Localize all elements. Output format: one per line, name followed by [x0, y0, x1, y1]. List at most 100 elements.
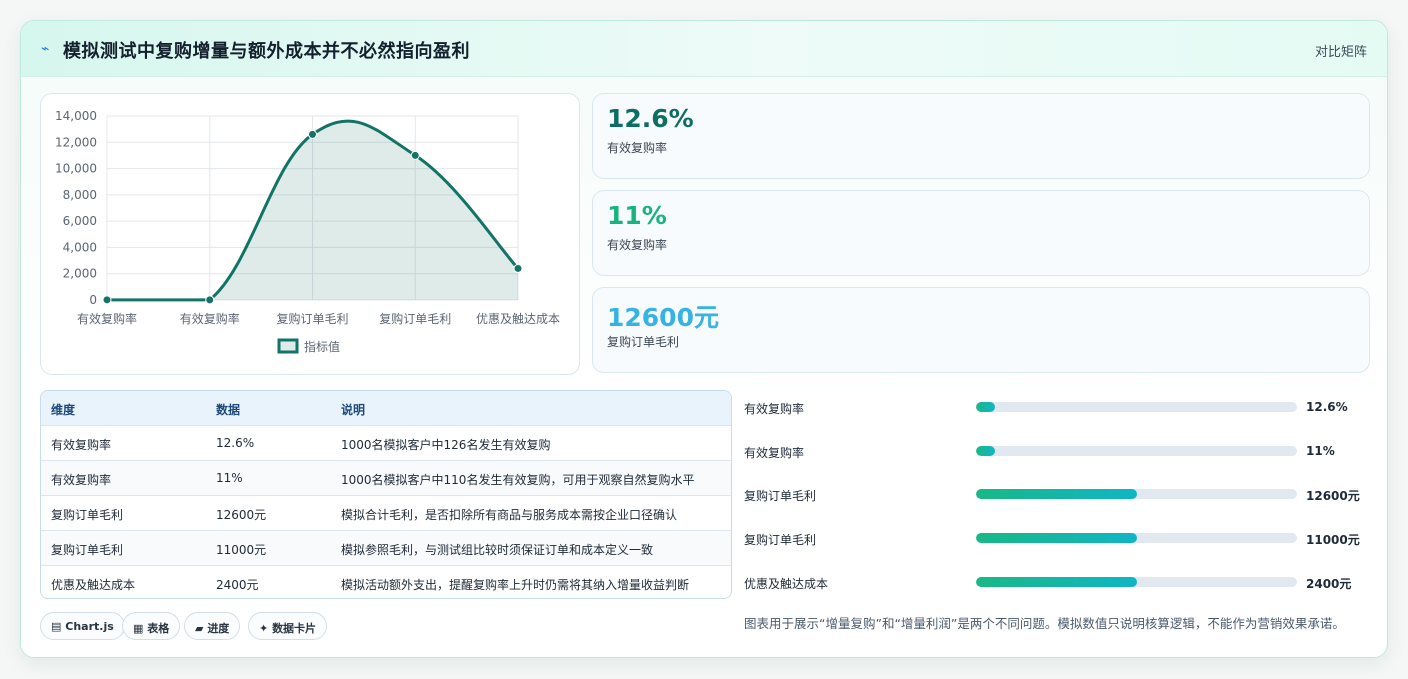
card-title: 模拟测试中复购增量与额外成本并不必然指向盈利 [63, 41, 470, 62]
progress-fill [976, 402, 996, 412]
x-tick-label: 复购订单毛利 [379, 311, 451, 326]
tag-progress[interactable]: ▰ 进度 [184, 612, 241, 640]
progress-value: 12.6% [1306, 400, 1348, 414]
y-tick-label: 14,000 [55, 109, 97, 123]
y-tick-label: 4,000 [63, 240, 97, 254]
table-cell: 11% [216, 471, 243, 485]
table-cell: 模拟合计毛利，是否扣除所有商品与服务成本需按企业口径确认 [341, 508, 678, 522]
table-cell: 复购订单毛利 [51, 508, 124, 522]
progress-value: 11% [1306, 444, 1335, 458]
line-chart: 0 2,000 4,000 6,000 8,000 10,000 12,000 14,000 有… [55, 109, 560, 354]
y-tick-label: 10,000 [55, 162, 97, 176]
line-chart-panel: 0 2,000 4,000 6,000 8,000 10,000 12,000 14,000 有… [40, 93, 580, 375]
kpi-label: 有效复购率 [607, 238, 668, 252]
x-tick-label: 有效复购率 [77, 311, 137, 326]
progress-track [976, 489, 1297, 499]
progress-label: 复购订单毛利 [744, 489, 817, 503]
kpi-value: 12.6% [607, 104, 694, 133]
table-cell: 优惠及触达成本 [51, 578, 136, 592]
data-point [102, 295, 112, 305]
progress-track [976, 446, 1297, 456]
data-point [513, 263, 523, 273]
y-tick-label: 6,000 [63, 214, 97, 228]
table-row: 有效复购率 12.6% 1000名模拟客户中126名发生有效复购 [41, 425, 731, 460]
table-cell: 1000名模拟客户中126名发生有效复购 [341, 438, 551, 452]
progress-row: 复购订单毛利 12600元 [744, 485, 1364, 505]
tag-label: 数据卡片 [272, 622, 317, 635]
table-cell: 2400元 [216, 578, 259, 592]
data-table: 维度 数据 说明 有效复购率 12.6% 1000名模拟客户中126名发生有效复… [40, 390, 732, 599]
table-row: 复购订单毛利 12600元 模拟合计毛利，是否扣除所有商品与服务成本需按企业口径… [41, 495, 731, 530]
progress-track [976, 577, 1297, 587]
table-row: 有效复购率 11% 1000名模拟客户中110名发生有效复购，可用于观察自然复购… [41, 460, 731, 495]
y-tick-label: 2,000 [63, 267, 97, 281]
bolt-icon: ⌁ [41, 41, 50, 57]
tag-table[interactable]: ▦ 表格 [122, 612, 181, 640]
table-cell: 12.6% [216, 436, 255, 450]
table-cell: 12600元 [216, 508, 267, 522]
progress-row: 有效复购率 11% [744, 442, 1364, 462]
progress-fill [976, 489, 1137, 499]
progress-row: 优惠及触达成本 2400元 [744, 573, 1364, 593]
kpi-label: 有效复购率 [607, 141, 668, 155]
y-tick-label: 8,000 [63, 188, 97, 202]
progress-track [976, 533, 1297, 543]
progress-value: 11000元 [1306, 533, 1360, 547]
table-row: 优惠及触达成本 2400元 模拟活动额外支出，提醒复购率上升时仍需将其纳入增量收… [41, 565, 731, 598]
kpi-label: 复购订单毛利 [607, 335, 680, 349]
y-tick-label: 0 [89, 293, 97, 307]
table-cell: 复购订单毛利 [51, 543, 124, 557]
data-point [410, 150, 420, 160]
progress-label: 复购订单毛利 [744, 533, 817, 547]
table-cell: 1000名模拟客户中110名发生有效复购，可用于观察自然复购水平 [341, 473, 695, 487]
progress-fill [976, 533, 1137, 543]
chart-icon: ▤ [51, 620, 62, 633]
kpi-value: 11% [607, 201, 667, 230]
progress-row: 复购订单毛利 11000元 [744, 529, 1364, 549]
table-cell: 有效复购率 [51, 438, 112, 452]
column-header: 说明 [341, 403, 366, 417]
tag-label: 进度 [207, 622, 230, 635]
progress-label: 有效复购率 [744, 402, 805, 416]
data-point [205, 295, 215, 305]
tag-label: 表格 [147, 622, 170, 635]
y-tick-label: 12,000 [55, 135, 97, 149]
progress-icon: ▰ [195, 622, 204, 635]
x-tick-label: 有效复购率 [180, 311, 240, 326]
kpi-card: 12.6% 有效复购率 [592, 93, 1370, 179]
progress-label: 优惠及触达成本 [744, 577, 829, 591]
kpi-value: 12600元 [607, 303, 719, 332]
table-row: 复购订单毛利 11000元 模拟参照毛利，与测试组比较时须保证订单和成本定义一致 [41, 530, 731, 565]
tag-chartjs[interactable]: ▤ Chart.js [40, 612, 125, 640]
progress-fill [976, 577, 1137, 587]
column-header: 数据 [216, 403, 241, 417]
legend-swatch [277, 338, 299, 354]
table-icon: ▦ [133, 622, 144, 635]
progress-value: 12600元 [1306, 489, 1360, 503]
table-cell: 11000元 [216, 543, 267, 557]
kpi-card: 11% 有效复购率 [592, 190, 1370, 276]
tag-data-card[interactable]: ✦ 数据卡片 [248, 612, 328, 640]
x-tick-label: 优惠及触达成本 [476, 312, 560, 326]
column-header: 维度 [51, 403, 76, 417]
footnote: 图表用于展示“增量复购”和“增量利润”是两个不同问题。模拟数值只说明核算逻辑，不… [744, 616, 1345, 631]
card-header: ⌁ 模拟测试中复购增量与额外成本并不必然指向盈利 对比矩阵 [21, 21, 1387, 77]
data-point [308, 129, 317, 139]
table-cell: 有效复购率 [51, 473, 112, 487]
table-cell: 模拟参照毛利，与测试组比较时须保证订单和成本定义一致 [341, 543, 654, 557]
series-area [107, 121, 518, 300]
progress-value: 2400元 [1306, 577, 1352, 591]
comparison-card: ⌁ 模拟测试中复购增量与额外成本并不必然指向盈利 对比矩阵 0 2,000 4,00… [20, 20, 1388, 658]
progress-label: 有效复购率 [744, 446, 805, 460]
table-header-row: 维度 数据 说明 [41, 391, 731, 426]
legend-label: 指标值 [304, 339, 340, 354]
compare-matrix-link[interactable]: 对比矩阵 [1315, 41, 1367, 60]
progress-track [976, 402, 1297, 412]
x-tick-label: 复购订单毛利 [276, 311, 348, 326]
sparkle-icon: ✦ [259, 622, 269, 635]
progress-fill [976, 446, 996, 456]
table-cell: 模拟活动额外支出，提醒复购率上升时仍需将其纳入增量收益判断 [341, 578, 690, 592]
progress-row: 有效复购率 12.6% [744, 398, 1364, 418]
tag-label: Chart.js [65, 620, 114, 633]
kpi-card: 12600元 复购订单毛利 [592, 287, 1370, 373]
